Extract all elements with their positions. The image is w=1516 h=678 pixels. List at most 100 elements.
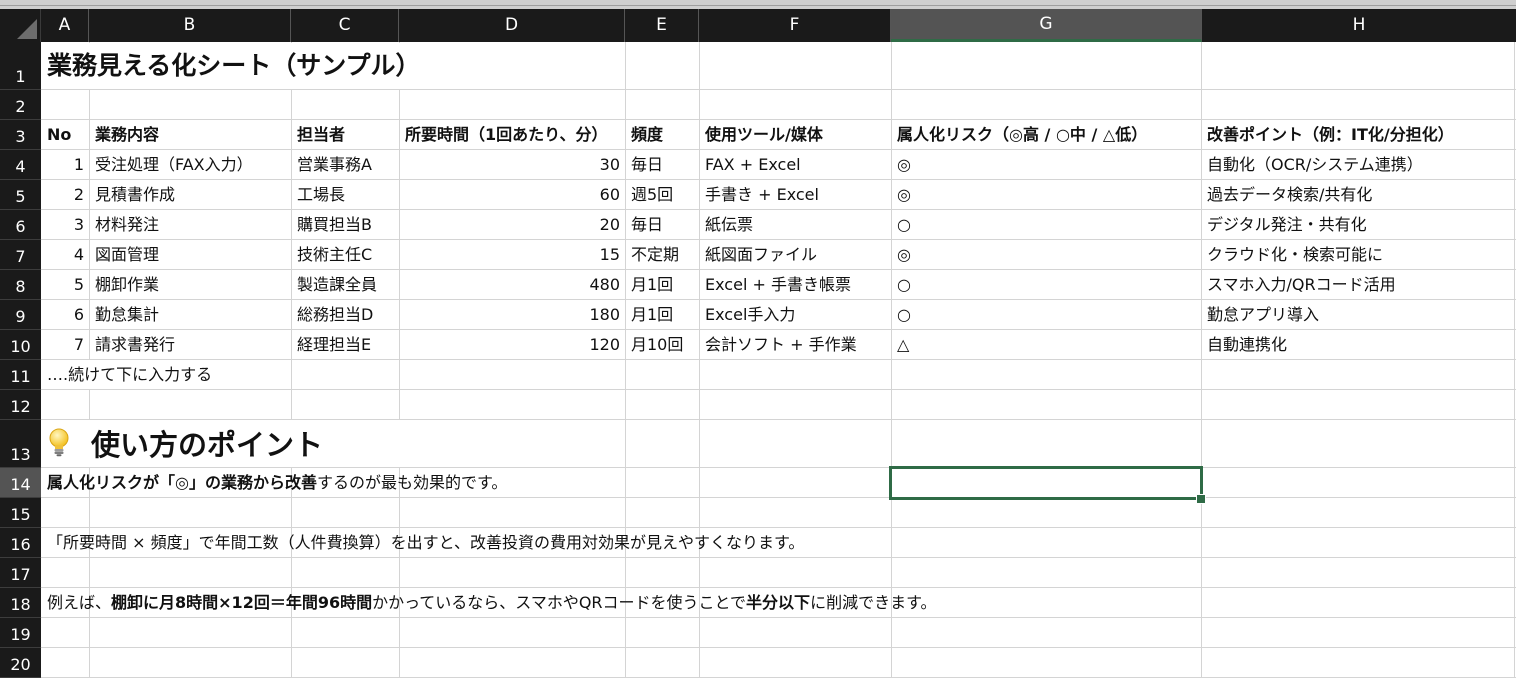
row-header-10[interactable]: 10 bbox=[0, 330, 41, 360]
cell-time[interactable]: 60 bbox=[400, 180, 625, 209]
row-header-9[interactable]: 9 bbox=[0, 300, 41, 330]
cell-risk[interactable]: △ bbox=[892, 330, 1201, 359]
row-header-3[interactable]: 3 bbox=[0, 120, 41, 150]
tip-3[interactable]: 例えば、棚卸に月8時間×12回＝年間96時間かかっているなら、スマホやQRコード… bbox=[42, 588, 1192, 617]
cell-time[interactable]: 30 bbox=[400, 150, 625, 179]
cell-risk[interactable]: ◎ bbox=[892, 240, 1201, 269]
cell-time[interactable]: 120 bbox=[400, 330, 625, 359]
cell-risk[interactable]: ○ bbox=[892, 270, 1201, 299]
continue-note[interactable]: ….続けて下に入力する bbox=[42, 360, 291, 389]
cell-improvement[interactable]: 自動連携化 bbox=[1202, 330, 1514, 359]
column-header-b[interactable]: B bbox=[89, 9, 291, 42]
column-header-e[interactable]: E bbox=[625, 9, 699, 42]
cell-improvement[interactable]: 自動化（OCR/システム連携） bbox=[1202, 150, 1514, 179]
cell-owner[interactable]: 技術主任C bbox=[292, 240, 399, 269]
row-header-1[interactable]: 1 bbox=[0, 42, 41, 90]
cell-task[interactable]: 勤怠集計 bbox=[90, 300, 291, 329]
spreadsheet-grid[interactable]: A B C D E F G H 1 2 3 4 5 6 7 8 9 10 11 … bbox=[0, 9, 1516, 678]
cell-frequency[interactable]: 月1回 bbox=[626, 270, 699, 299]
header-task[interactable]: 業務内容 bbox=[90, 120, 291, 149]
column-header-a[interactable]: A bbox=[41, 9, 89, 42]
header-risk[interactable]: 属人化リスク（◎高 / ○中 / △低） bbox=[892, 120, 1201, 149]
cell-task[interactable]: 受注処理（FAX入力） bbox=[90, 150, 291, 179]
cell-time[interactable]: 180 bbox=[400, 300, 625, 329]
select-all-corner[interactable] bbox=[0, 9, 41, 42]
cell-owner[interactable]: 購買担当B bbox=[292, 210, 399, 239]
cell-task[interactable]: 図面管理 bbox=[90, 240, 291, 269]
row-header-5[interactable]: 5 bbox=[0, 180, 41, 210]
cell-task[interactable]: 棚卸作業 bbox=[90, 270, 291, 299]
row-header-11[interactable]: 11 bbox=[0, 360, 41, 390]
cell-improvement[interactable]: スマホ入力/QRコード活用 bbox=[1202, 270, 1514, 299]
tip-1[interactable]: 属人化リスクが「◎」の業務から改善するのが最も効果的です。 bbox=[42, 468, 882, 497]
cell-no[interactable]: 4 bbox=[42, 240, 89, 269]
cell-tools[interactable]: 会計ソフト + 手作業 bbox=[700, 330, 891, 359]
cell-time[interactable]: 15 bbox=[400, 240, 625, 269]
row-header-7[interactable]: 7 bbox=[0, 240, 41, 270]
cell-owner[interactable]: 経理担当E bbox=[292, 330, 399, 359]
cell-frequency[interactable]: 毎日 bbox=[626, 150, 699, 179]
cell-frequency[interactable]: 毎日 bbox=[626, 210, 699, 239]
row-header-20[interactable]: 20 bbox=[0, 648, 41, 678]
cell-frequency[interactable]: 月1回 bbox=[626, 300, 699, 329]
row-header-2[interactable]: 2 bbox=[0, 90, 41, 120]
cell-risk[interactable]: ○ bbox=[892, 300, 1201, 329]
header-owner[interactable]: 担当者 bbox=[292, 120, 399, 149]
cell-improvement[interactable]: 過去データ検索/共有化 bbox=[1202, 180, 1514, 209]
cell-no[interactable]: 6 bbox=[42, 300, 89, 329]
cell-tools[interactable]: 紙伝票 bbox=[700, 210, 891, 239]
cell-time[interactable]: 480 bbox=[400, 270, 625, 299]
cell-no[interactable]: 7 bbox=[42, 330, 89, 359]
cell-risk[interactable]: ◎ bbox=[892, 180, 1201, 209]
header-no[interactable]: No bbox=[42, 120, 89, 149]
cell-tools[interactable]: 手書き + Excel bbox=[700, 180, 891, 209]
cell-improvement[interactable]: クラウド化・検索可能に bbox=[1202, 240, 1514, 269]
cell-risk[interactable]: ◎ bbox=[892, 150, 1201, 179]
column-header-c[interactable]: C bbox=[291, 9, 399, 42]
column-header-f[interactable]: F bbox=[699, 9, 891, 42]
cell-no[interactable]: 5 bbox=[42, 270, 89, 299]
cell-task[interactable]: 請求書発行 bbox=[90, 330, 291, 359]
header-frequency[interactable]: 頻度 bbox=[626, 120, 699, 149]
cell-owner[interactable]: 営業事務A bbox=[292, 150, 399, 179]
cell-task[interactable]: 見積書作成 bbox=[90, 180, 291, 209]
row-header-8[interactable]: 8 bbox=[0, 270, 41, 300]
row-header-18[interactable]: 18 bbox=[0, 588, 41, 618]
selected-cell-g14[interactable] bbox=[889, 466, 1203, 500]
cell-tools[interactable]: 紙図面ファイル bbox=[700, 240, 891, 269]
cell-no[interactable]: 2 bbox=[42, 180, 89, 209]
fill-handle[interactable] bbox=[1196, 494, 1206, 504]
cell-frequency[interactable]: 週5回 bbox=[626, 180, 699, 209]
header-tools[interactable]: 使用ツール/媒体 bbox=[700, 120, 891, 149]
cell-tools[interactable]: Excel手入力 bbox=[700, 300, 891, 329]
cell-tools[interactable]: Excel + 手書き帳票 bbox=[700, 270, 891, 299]
row-header-15[interactable]: 15 bbox=[0, 498, 41, 528]
row-header-13[interactable]: 13 bbox=[0, 420, 41, 468]
row-header-17[interactable]: 17 bbox=[0, 558, 41, 588]
cell-owner[interactable]: 工場長 bbox=[292, 180, 399, 209]
cell-no[interactable]: 1 bbox=[42, 150, 89, 179]
cell-tools[interactable]: FAX + Excel bbox=[700, 150, 891, 179]
column-header-h[interactable]: H bbox=[1202, 9, 1516, 42]
cell-frequency[interactable]: 月10回 bbox=[626, 330, 699, 359]
row-header-6[interactable]: 6 bbox=[0, 210, 41, 240]
cell-frequency[interactable]: 不定期 bbox=[626, 240, 699, 269]
cell-no[interactable]: 3 bbox=[42, 210, 89, 239]
sheet-title[interactable]: 業務見える化シート（サンプル） bbox=[42, 43, 624, 89]
cell-owner[interactable]: 製造課全員 bbox=[292, 270, 399, 299]
tips-title-cell[interactable]: 使い方のポイント bbox=[42, 420, 625, 467]
column-header-g[interactable]: G bbox=[891, 9, 1202, 42]
cell-improvement[interactable]: 勤怠アプリ導入 bbox=[1202, 300, 1514, 329]
row-header-12[interactable]: 12 bbox=[0, 390, 41, 420]
cell-owner[interactable]: 総務担当D bbox=[292, 300, 399, 329]
header-improvement[interactable]: 改善ポイント（例：IT化/分担化） bbox=[1202, 120, 1514, 149]
row-header-14[interactable]: 14 bbox=[0, 468, 41, 498]
tip-2[interactable]: 「所要時間 × 頻度」で年間工数（人件費換算）を出すと、改善投資の費用対効果が見… bbox=[42, 528, 1192, 557]
row-header-19[interactable]: 19 bbox=[0, 618, 41, 648]
cell-task[interactable]: 材料発注 bbox=[90, 210, 291, 239]
row-header-4[interactable]: 4 bbox=[0, 150, 41, 180]
cell-risk[interactable]: ○ bbox=[892, 210, 1201, 239]
header-time[interactable]: 所要時間（1回あたり、分） bbox=[400, 120, 625, 149]
cell-time[interactable]: 20 bbox=[400, 210, 625, 239]
column-header-d[interactable]: D bbox=[399, 9, 625, 42]
